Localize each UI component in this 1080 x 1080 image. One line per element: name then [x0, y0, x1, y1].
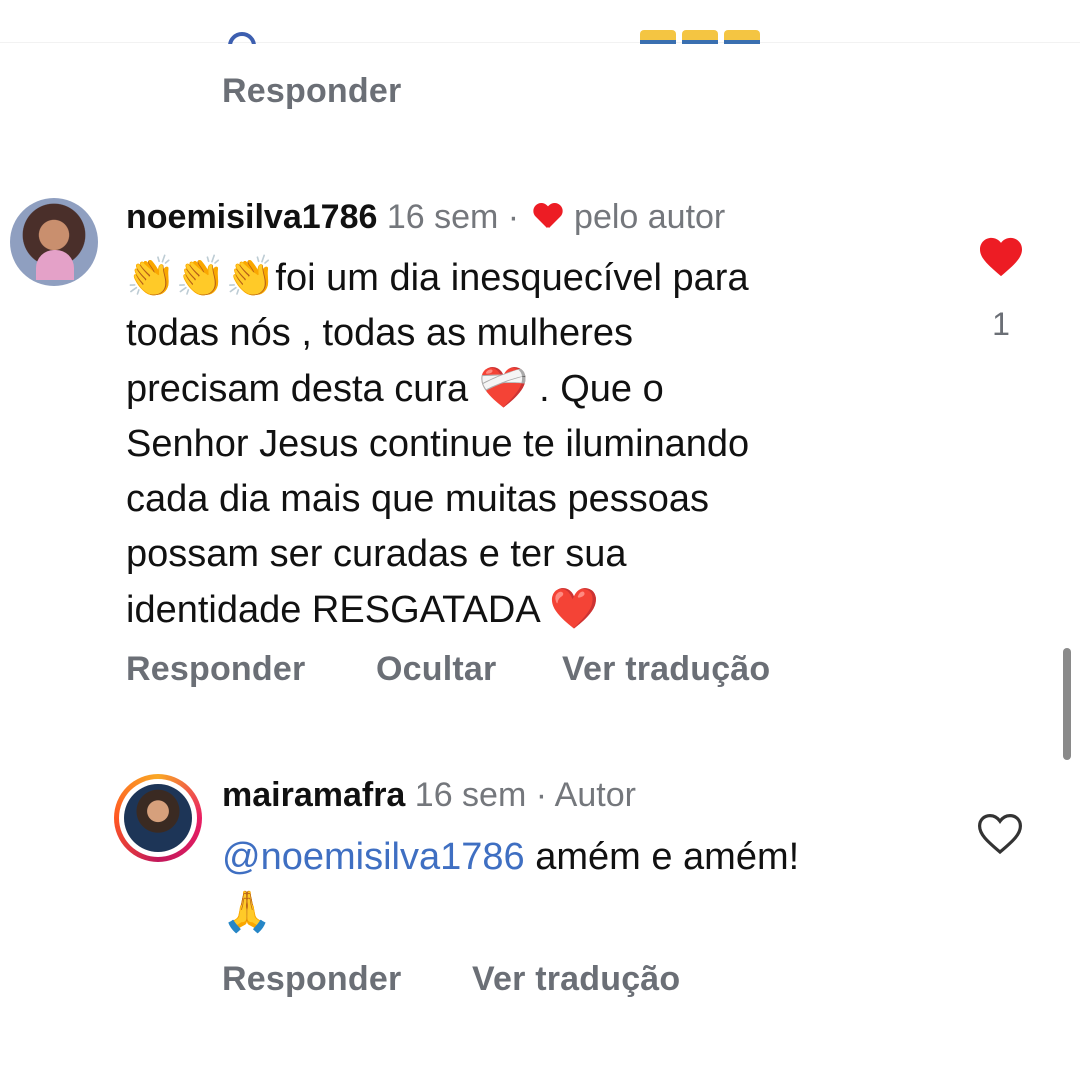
comments-screen: Responder noemisilva1786 16 sem · pelo a… — [0, 0, 1080, 1080]
praying-hands-icon: 🙏 — [222, 889, 272, 935]
reply-text: @noemisilva1786 amém e amém! 🙏 — [222, 830, 942, 941]
scrollbar[interactable] — [1063, 648, 1071, 760]
reply-header: mairamafra 16 sem · Autor — [222, 776, 636, 815]
see-translation-button[interactable]: Ver tradução — [472, 960, 680, 999]
reply-line: amém e amém! — [535, 836, 800, 878]
liked-by-author-label: pelo autor — [574, 198, 726, 236]
healing-heart-icon: ❤️‍🩹 — [478, 365, 529, 411]
reply-time: 16 sem — [414, 776, 527, 814]
comment-line: cada dia mais que muitas pessoas — [126, 478, 709, 520]
separator: · — [507, 198, 520, 236]
comment-line: . Que o — [539, 368, 664, 410]
comment-text: 👏👏👏foi um dia inesquecível para todas nó… — [126, 250, 946, 638]
comment-line: Senhor Jesus continue te iluminando — [126, 423, 750, 465]
comment-line: todas nós , todas as mulheres — [126, 312, 633, 354]
author-badge: Autor — [554, 776, 636, 814]
reply-button[interactable]: Responder — [222, 960, 401, 999]
previous-reply-button[interactable]: Responder — [222, 72, 401, 111]
like-heart-outline-icon[interactable] — [976, 812, 1024, 856]
like-count[interactable]: 1 — [986, 306, 1016, 343]
comment-username[interactable]: noemisilva1786 — [126, 198, 377, 236]
comment-line: foi um dia inesquecível para — [275, 257, 749, 299]
heart-icon — [533, 204, 561, 230]
comment-line: possam ser curadas e ter sua — [126, 533, 627, 575]
avatar-story-ring[interactable] — [114, 774, 202, 862]
reply-username[interactable]: mairamafra — [222, 776, 405, 814]
previous-comment-partial-text — [228, 24, 318, 44]
reply-button[interactable]: Responder — [126, 650, 305, 689]
like-heart-filled-icon[interactable] — [978, 236, 1024, 278]
comment-line: identidade RESGATADA — [126, 589, 539, 631]
avatar-ring-gap — [119, 779, 197, 857]
see-translation-button[interactable]: Ver tradução — [562, 650, 770, 689]
comment-time: 16 sem — [386, 198, 499, 236]
clapping-hands-icon: 👏👏👏 — [126, 254, 276, 300]
mention-link[interactable]: @noemisilva1786 — [222, 836, 525, 878]
comment-header: noemisilva1786 16 sem · pelo autor — [126, 198, 725, 237]
hide-button[interactable]: Ocultar — [376, 650, 496, 689]
comment-line: precisam desta cura — [126, 368, 469, 410]
red-heart-icon: ❤️ — [549, 586, 599, 632]
previous-comment-partial-emoji — [640, 30, 764, 44]
avatar[interactable] — [10, 198, 98, 286]
separator: · — [535, 776, 548, 814]
avatar — [124, 784, 192, 852]
previous-comment-cutoff — [0, 0, 1080, 44]
